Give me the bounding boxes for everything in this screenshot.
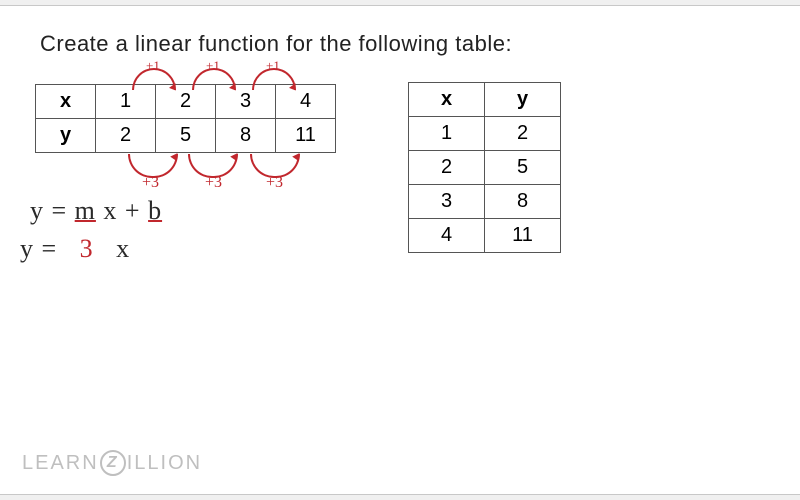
delta-y-label: +3: [142, 174, 159, 192]
eq-slope: 3: [80, 234, 94, 263]
eq-m: m: [75, 196, 96, 225]
vtable-header-x: x: [409, 83, 485, 117]
eq-b: b: [148, 196, 162, 225]
horizontal-table: x 1 2 3 4 y 2 5 8 11: [35, 84, 336, 153]
vtable-cell: 3: [409, 185, 485, 219]
eq-y: y: [20, 234, 34, 263]
table-row: x y: [409, 83, 561, 117]
eq-x: x: [103, 196, 117, 225]
vtable-cell: 1: [409, 117, 485, 151]
vtable-header-y: y: [485, 83, 561, 117]
vtable-cell: 2: [485, 117, 561, 151]
vtable-cell: 5: [485, 151, 561, 185]
watermark-text-left: LEARN: [22, 452, 99, 475]
delta-y-label: +3: [266, 174, 283, 192]
eq-y: y: [30, 196, 44, 225]
vertical-table: x y 1 2 2 5 3 8 4 11: [408, 82, 561, 253]
htable-cell: 2: [96, 119, 156, 153]
vtable-cell: 2: [409, 151, 485, 185]
htable-header-y: y: [36, 119, 96, 153]
delta-x-label: +1: [266, 58, 280, 74]
delta-y-label: +3: [205, 174, 222, 192]
vtable-cell: 8: [485, 185, 561, 219]
vtable-cell: 11: [485, 219, 561, 253]
delta-x-label: +1: [206, 58, 220, 74]
slide-title: Create a linear function for the followi…: [40, 31, 512, 57]
table-row: 3 8: [409, 185, 561, 219]
eq-x: x: [116, 234, 130, 263]
table-row: 1 2: [409, 117, 561, 151]
watermark-text-right: ILLION: [127, 452, 202, 475]
table-row: y 2 5 8 11: [36, 119, 336, 153]
delta-x-label: +1: [146, 58, 160, 74]
watermark-logo: LEARN Z ILLION: [22, 450, 202, 476]
watermark-z-icon: Z: [100, 450, 126, 476]
htable-header-x: x: [36, 85, 96, 119]
eq-equals: =: [42, 234, 58, 263]
table-row: 2 5: [409, 151, 561, 185]
htable-cell: 11: [276, 119, 336, 153]
htable-cell: 5: [156, 119, 216, 153]
app-frame: Create a linear function for the followi…: [0, 0, 800, 500]
equation-partial: y = 3 x: [20, 234, 130, 264]
htable-cell: 8: [216, 119, 276, 153]
eq-equals: =: [52, 196, 68, 225]
table-row: 4 11: [409, 219, 561, 253]
eq-plus: +: [125, 196, 141, 225]
vtable-cell: 4: [409, 219, 485, 253]
slide-canvas: Create a linear function for the followi…: [0, 5, 800, 495]
equation-template: y = m x + b: [30, 196, 162, 226]
